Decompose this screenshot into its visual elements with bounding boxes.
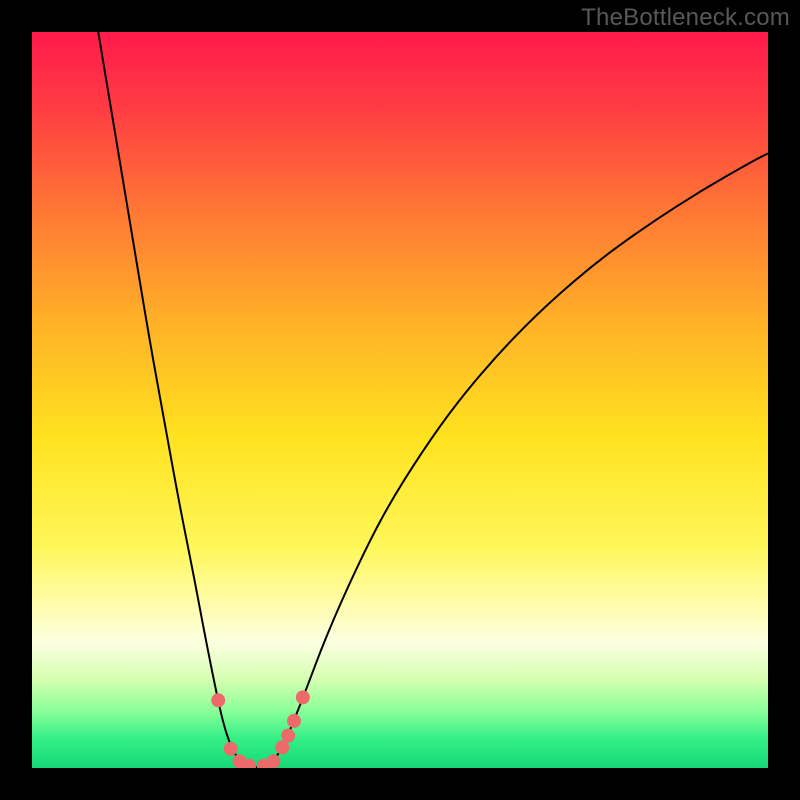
marker-point — [296, 690, 310, 704]
marker-point — [224, 742, 238, 756]
gradient-background — [32, 32, 768, 768]
chart-frame — [30, 30, 770, 770]
marker-point — [266, 754, 280, 768]
chart-svg — [32, 32, 768, 768]
marker-point — [287, 714, 301, 728]
marker-point — [211, 693, 225, 707]
marker-point — [281, 729, 295, 743]
plot-area — [32, 32, 768, 768]
watermark-text: TheBottleneck.com — [581, 4, 790, 32]
